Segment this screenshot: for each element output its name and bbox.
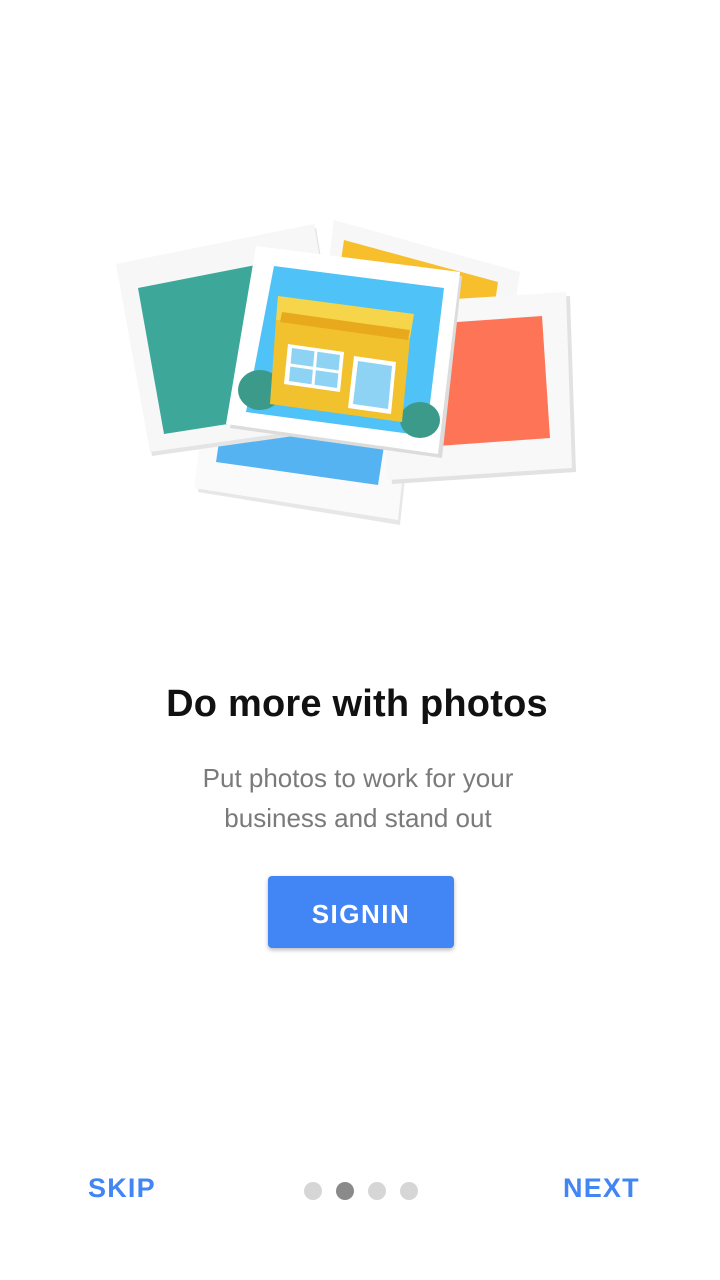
page-dot-2-active [336,1182,354,1200]
page-indicator [304,1182,424,1200]
page-subtitle: Put photos to work for your business and… [0,758,716,838]
signin-button[interactable]: SIGNIN [268,876,454,948]
subtitle-line-1: Put photos to work for your [202,763,514,793]
page-title: Do more with photos [166,683,548,725]
next-button[interactable]: NEXT [563,1166,640,1210]
stacked-photos-illustration [116,220,576,525]
page-dot-4 [400,1182,418,1200]
storefront-photo-card [226,246,462,458]
onboarding-screen: Do more with photos Put photos to work f… [0,0,720,1280]
subtitle-line-2: business and stand out [224,803,492,833]
skip-button[interactable]: SKIP [88,1166,156,1210]
page-dot-1 [304,1182,322,1200]
page-dot-3 [368,1182,386,1200]
